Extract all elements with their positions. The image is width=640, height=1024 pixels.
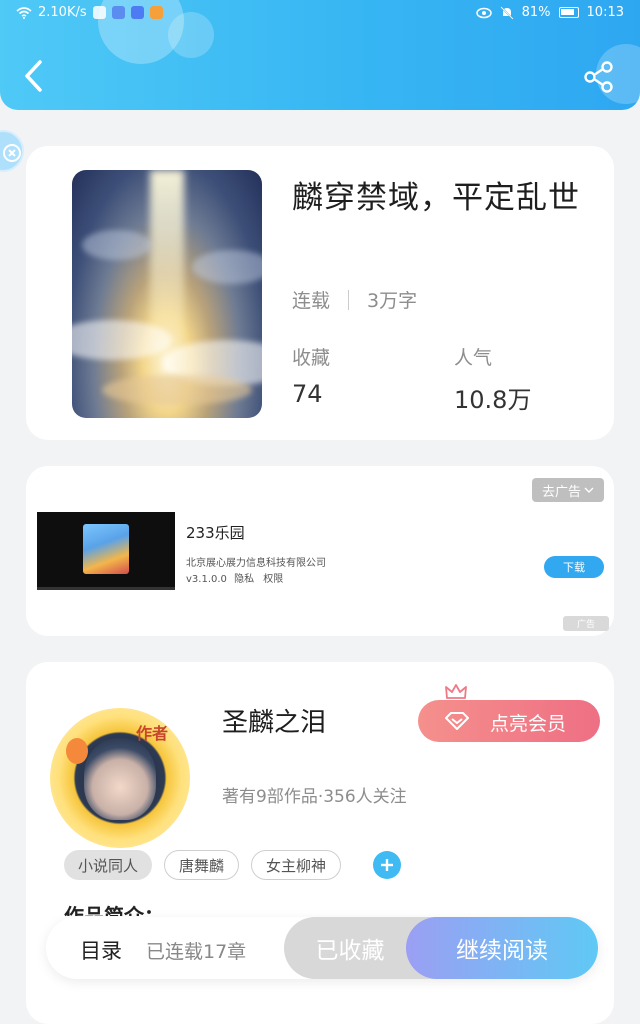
share-button[interactable] (580, 58, 618, 96)
tag-item[interactable]: 唐舞麟 (164, 850, 240, 880)
ad-download-button[interactable]: 下载 (544, 556, 604, 578)
ad-card[interactable]: 去广告 233乐园 北京展心展力信息科技有限公司 v3.1.0.0 隐私 权限 … (26, 466, 614, 636)
remove-ad-label: 去广告 (541, 484, 581, 500)
author-works: 著有9部作品 (222, 787, 318, 807)
add-tag-button[interactable] (373, 851, 402, 879)
battery-percent: 81% (521, 5, 551, 20)
serial-status: 连载 (292, 290, 331, 312)
eye-icon (475, 7, 492, 18)
tag-list: 小说同人 唐舞麟 女主柳神 (64, 850, 402, 880)
popularity-count: 10.8万 (454, 386, 532, 414)
toc-button[interactable]: 目录 (80, 935, 122, 965)
ad-meta: v3.1.0.0 隐私 权限 (186, 570, 283, 585)
app-icon (92, 6, 106, 19)
share-icon (584, 61, 613, 93)
ad-tag-text: 广告 (576, 620, 595, 630)
status-bar: 2.10K/s 81% 10:13 (0, 0, 640, 28)
continue-reading-button[interactable]: 继续阅读 (406, 917, 598, 979)
book-status-row: 连载 3万字 (292, 286, 417, 313)
crown-icon (445, 684, 467, 699)
close-icon (3, 144, 21, 162)
battery-icon (558, 7, 579, 18)
vip-label: 点亮会员 (490, 713, 567, 735)
chapter-count: 已连载17章 (146, 941, 247, 963)
wifi-icon (16, 6, 32, 19)
vip-button[interactable]: 点亮会员 (418, 700, 600, 742)
ad-company: 北京展心展力信息科技有限公司 (186, 558, 326, 569)
author-name[interactable]: 圣麟之泪 (222, 702, 326, 739)
plus-icon (381, 859, 394, 871)
book-info-card: 麟穿禁域，平定乱世 连载 3万字 收藏 74 人气 10.8万 (26, 146, 614, 440)
ad-version: v3.1.0.0 (186, 574, 227, 585)
clock: 10:13 (586, 5, 624, 20)
book-cover-image[interactable] (72, 170, 262, 418)
ad-app-name: 233乐园 (186, 524, 245, 542)
popularity-label: 人气 (454, 347, 493, 369)
favorites-label: 收藏 (292, 347, 331, 369)
app-icon (111, 6, 125, 19)
bottom-action-bar: 目录 已连载17章 已收藏 继续阅读 (46, 917, 598, 979)
app-icon (130, 6, 144, 19)
mute-bell-icon (500, 5, 514, 20)
remove-ad-button[interactable]: 去广告 (532, 478, 604, 502)
ad-privacy-link[interactable]: 隐私 (234, 574, 254, 585)
author-stats: 著有9部作品·356人关注 (222, 787, 407, 807)
tag-item[interactable]: 小说同人 (64, 850, 153, 880)
ad-thumbnail[interactable] (37, 512, 175, 590)
word-count: 3万字 (367, 290, 418, 312)
intro-heading: 作品简介： (64, 904, 164, 916)
author-badge: 作者 (136, 724, 169, 743)
author-followers: 356人关注 (323, 787, 407, 807)
ad-label-tag: 广告 (563, 616, 609, 631)
book-title: 麟穿禁域，平定乱世 (292, 180, 580, 216)
favorited-label: 已收藏 (315, 938, 385, 964)
floating-close-button[interactable] (0, 130, 24, 172)
ad-permissions-link[interactable]: 权限 (263, 574, 283, 585)
app-icon (149, 6, 163, 19)
divider (348, 289, 350, 310)
tag-item[interactable]: 女主柳神 (251, 850, 342, 880)
header-bar: 2.10K/s 81% 10:13 (0, 0, 640, 110)
diamond-icon (445, 712, 469, 730)
favorites-count: 74 (292, 380, 323, 408)
chevron-left-icon (25, 60, 42, 92)
back-button[interactable] (18, 56, 52, 96)
chevron-down-icon (584, 487, 594, 493)
author-avatar[interactable]: 作者 (50, 708, 190, 848)
network-speed: 2.10K/s (38, 5, 87, 20)
